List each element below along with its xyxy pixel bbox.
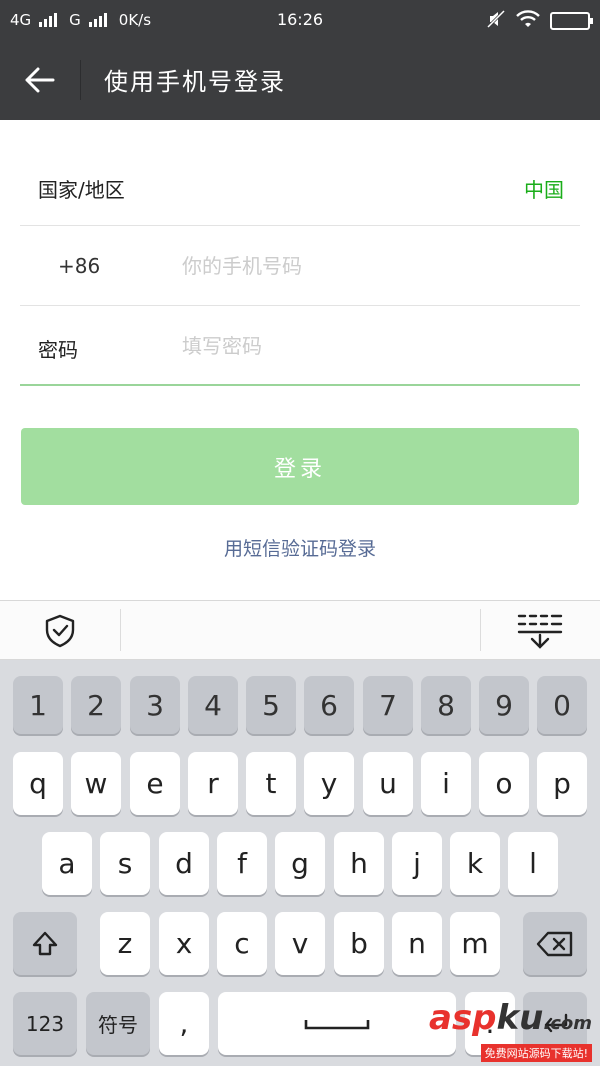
password-input[interactable] [182, 328, 562, 364]
key-x[interactable]: x [159, 912, 209, 975]
back-button[interactable] [20, 60, 60, 100]
watermark-domain: .com [543, 1013, 592, 1034]
space-icon [304, 1019, 370, 1029]
key-f[interactable]: f [217, 832, 267, 895]
battery-icon [550, 12, 593, 30]
wifi-icon [516, 9, 540, 33]
key-9[interactable]: 9 [479, 676, 529, 734]
key-p[interactable]: p [537, 752, 587, 815]
watermark-logo: aspku.com 免费网站源码下载站! [429, 1000, 592, 1062]
key-b[interactable]: b [334, 912, 384, 975]
phone-input[interactable] [182, 248, 562, 284]
key-k[interactable]: k [450, 832, 500, 895]
key-n[interactable]: n [392, 912, 442, 975]
key-l[interactable]: l [508, 832, 558, 895]
login-form: 国家/地区 中国 +86 密码 [20, 146, 580, 386]
phone-row: +86 [20, 226, 580, 306]
region-label: 国家/地区 [38, 178, 125, 202]
key-m[interactable]: m [450, 912, 500, 975]
key-5[interactable]: 5 [246, 676, 296, 734]
login-button[interactable]: 登录 [21, 428, 579, 505]
numeric-mode-key[interactable]: 123 [13, 992, 77, 1055]
key-g[interactable]: g [275, 832, 325, 895]
keyboard: 1 2 3 4 5 6 7 8 9 0 q w e r t y u i o p … [0, 660, 600, 1066]
watermark-brand-suffix: ku [496, 998, 544, 1038]
divider [120, 609, 121, 651]
page-title: 使用手机号登录 [104, 68, 286, 96]
key-e[interactable]: e [130, 752, 180, 815]
key-1[interactable]: 1 [13, 676, 63, 734]
key-c[interactable]: c [217, 912, 267, 975]
key-h[interactable]: h [334, 832, 384, 895]
region-row[interactable]: 国家/地区 中国 [20, 146, 580, 226]
country-code[interactable]: +86 [58, 254, 100, 278]
key-6[interactable]: 6 [304, 676, 354, 734]
password-row: 密码 [20, 306, 580, 386]
space-key[interactable] [218, 992, 456, 1055]
key-d[interactable]: d [159, 832, 209, 895]
key-w[interactable]: w [71, 752, 121, 815]
key-3[interactable]: 3 [130, 676, 180, 734]
symbol-key[interactable]: 符号 [86, 992, 150, 1055]
backspace-icon [536, 931, 573, 956]
arrow-left-icon [25, 67, 55, 93]
key-z[interactable]: z [100, 912, 150, 975]
key-4[interactable]: 4 [188, 676, 238, 734]
backspace-key[interactable] [523, 912, 587, 975]
watermark-tagline: 免费网站源码下载站! [480, 1044, 592, 1062]
key-y[interactable]: y [304, 752, 354, 815]
key-a[interactable]: a [42, 832, 92, 895]
key-q[interactable]: q [13, 752, 63, 815]
password-label: 密码 [38, 338, 78, 362]
shift-icon [32, 931, 58, 955]
key-0[interactable]: 0 [537, 676, 587, 734]
key-r[interactable]: r [188, 752, 238, 815]
key-i[interactable]: i [421, 752, 471, 815]
key-v[interactable]: v [275, 912, 325, 975]
keyboard-toolbar [0, 600, 600, 660]
shield-check-icon[interactable] [40, 613, 80, 653]
mute-icon [486, 9, 506, 33]
hide-keyboard-icon[interactable] [516, 611, 564, 655]
key-j[interactable]: j [392, 832, 442, 895]
watermark-brand-prefix: asp [429, 998, 497, 1038]
status-bar: 4G G 0K/s 16:26 [0, 0, 600, 40]
key-o[interactable]: o [479, 752, 529, 815]
shift-key[interactable] [13, 912, 77, 975]
key-s[interactable]: s [100, 832, 150, 895]
sms-login-link[interactable]: 用短信验证码登录 [0, 534, 600, 561]
key-8[interactable]: 8 [421, 676, 471, 734]
key-t[interactable]: t [246, 752, 296, 815]
comma-key[interactable]: , [159, 992, 209, 1055]
divider [480, 609, 481, 651]
key-7[interactable]: 7 [363, 676, 413, 734]
app-bar: 使用手机号登录 [0, 40, 600, 120]
key-u[interactable]: u [363, 752, 413, 815]
region-value[interactable]: 中国 [524, 174, 564, 203]
key-2[interactable]: 2 [71, 676, 121, 734]
divider [80, 60, 81, 100]
